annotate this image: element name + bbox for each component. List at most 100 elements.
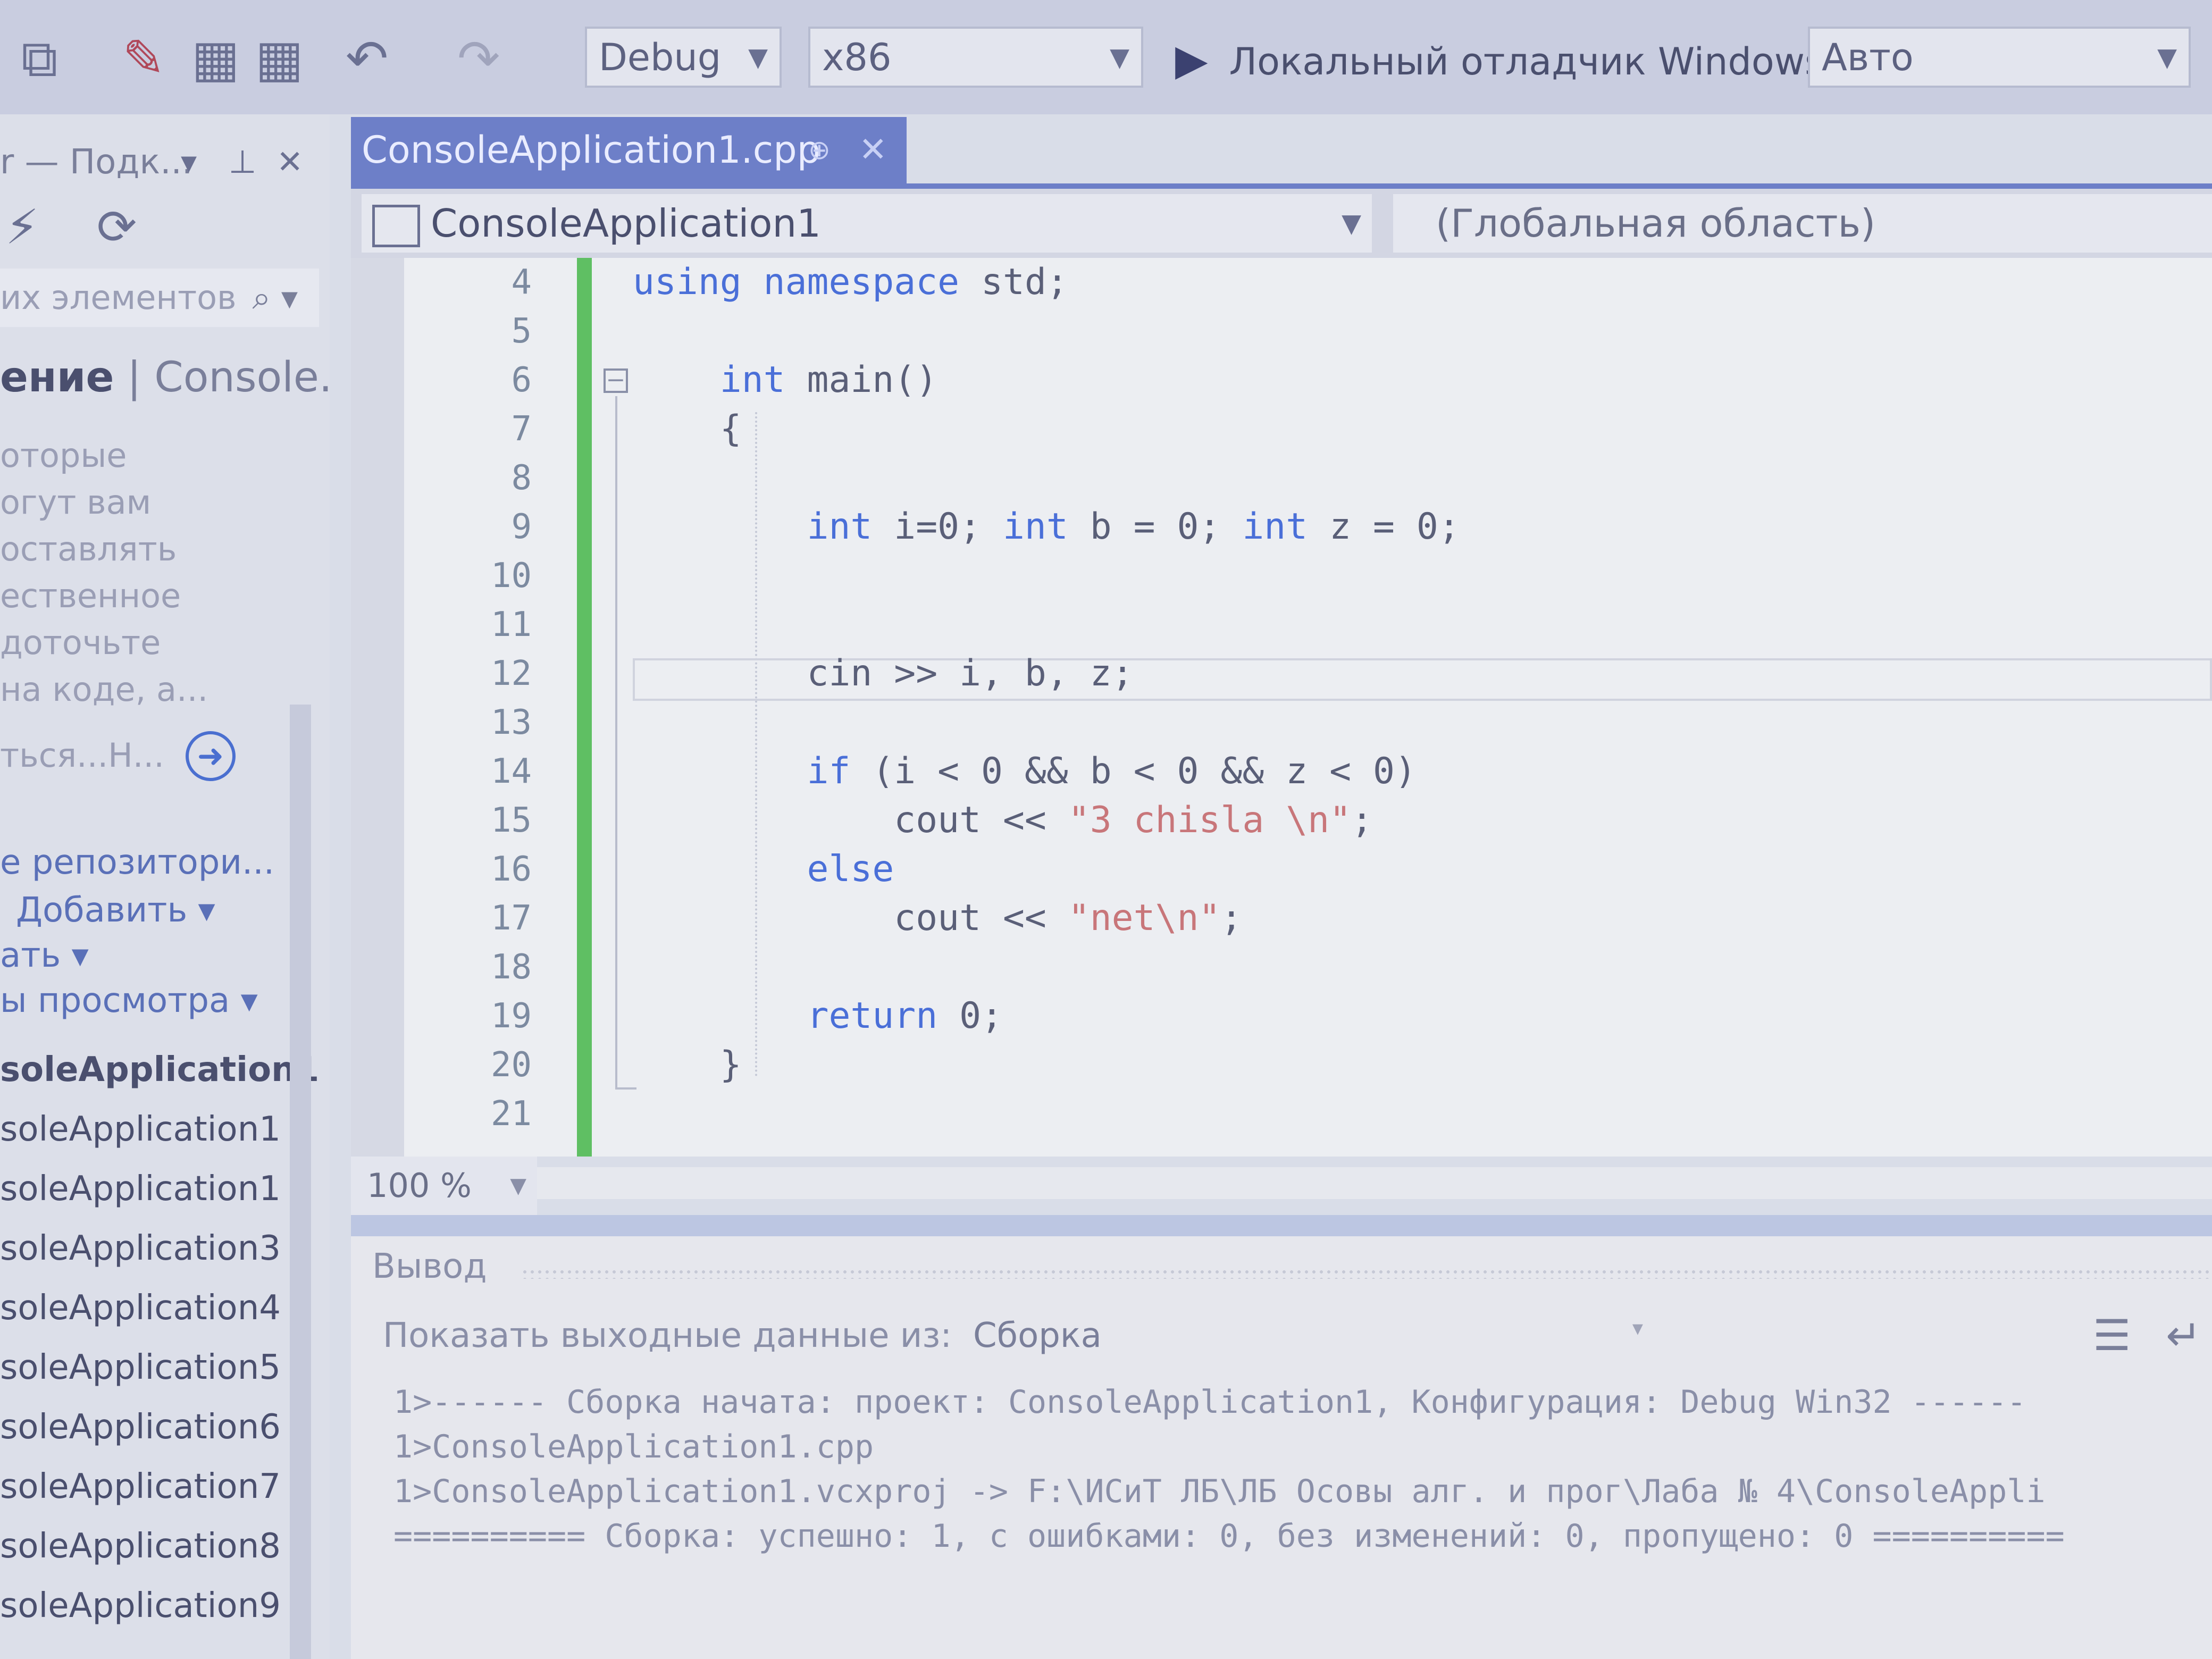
view-modes-button[interactable]: ы просмотра ▾: [0, 981, 258, 1020]
code-line[interactable]: [633, 600, 1460, 649]
code-text: std;: [959, 261, 1068, 303]
word-wrap-icon[interactable]: ↵: [2166, 1311, 2201, 1360]
scope-dropdown[interactable]: (Глобальная область): [1393, 194, 2212, 253]
new-project-icon[interactable]: ⧉: [21, 29, 58, 88]
project-item[interactable]: soleApplication5: [0, 1348, 281, 1387]
pin-icon[interactable]: ⊕: [808, 117, 831, 183]
open-icon[interactable]: ✎: [122, 29, 165, 88]
chevron-down-icon[interactable]: ▾: [181, 136, 197, 189]
panel-scrollbar[interactable]: [290, 705, 311, 1659]
line-number: 18: [490, 948, 532, 987]
info-link[interactable]: ться...Н... ➜: [0, 731, 236, 781]
project-item[interactable]: soleApplication6: [0, 1407, 281, 1447]
project-item[interactable]: soleApplication3: [0, 1229, 281, 1268]
code-line[interactable]: if (i < 0 && b < 0 && z < 0): [633, 747, 1460, 796]
code-line[interactable]: [633, 1090, 1460, 1138]
code-text: main(): [785, 359, 938, 401]
refresh-icon[interactable]: ⟳: [97, 199, 137, 255]
code-text: cout <<: [633, 799, 1068, 841]
configuration-value: Debug: [599, 36, 722, 79]
code-text: b = 0;: [1068, 506, 1243, 548]
zoom-select[interactable]: 100 % ▼: [351, 1157, 537, 1215]
project-item[interactable]: soleApplication1: [0, 1110, 281, 1149]
project-item[interactable]: soleApplication8: [0, 1527, 281, 1566]
output-line: 1>------ Сборка начата: проект: ConsoleA…: [393, 1384, 2026, 1421]
arrow-right-icon[interactable]: ➜: [185, 731, 236, 781]
line-number: 10: [490, 556, 532, 596]
clear-all-icon[interactable]: ☰: [2093, 1311, 2131, 1360]
code-line[interactable]: else: [633, 845, 1460, 894]
code-line[interactable]: {: [633, 405, 1460, 454]
connect-icon[interactable]: ⚡: [5, 199, 39, 255]
project-dropdown[interactable]: ConsoleApplication1 ▼: [362, 194, 1372, 253]
section-header[interactable]: ение | Console... ▼: [0, 354, 330, 401]
horizontal-scrollbar[interactable]: [537, 1167, 2212, 1199]
code-line[interactable]: cout << "net\n";: [633, 894, 1460, 943]
code-line[interactable]: int main(): [633, 356, 1460, 405]
action-button[interactable]: ать ▾: [0, 936, 89, 975]
close-icon[interactable]: ✕: [276, 136, 303, 189]
debugger-label: Локальный отладчик Windows: [1229, 40, 1824, 83]
panel-splitter[interactable]: [351, 1215, 2212, 1236]
code-editor[interactable]: 4 5 6 7 8 9 10 11 12 13 14 15 16 17 18 1…: [351, 258, 2212, 1157]
code-line[interactable]: [633, 551, 1460, 600]
search-icon[interactable]: ⌕ ▾: [252, 269, 298, 327]
start-debugger-button[interactable]: ▶Локальный отладчик Windows ▾: [1175, 29, 1865, 90]
panel-header: r — Подк... ▾ ⊥ ✕: [0, 136, 330, 189]
panel-title: r — Подк...: [0, 143, 193, 182]
section-subtitle: Console...: [154, 354, 330, 401]
code-keyword: using: [633, 261, 742, 303]
platform-select[interactable]: x86 ▼: [808, 27, 1143, 88]
code-line[interactable]: }: [633, 1041, 1460, 1090]
code-text: i=0;: [872, 506, 1003, 548]
code-keyword: return: [807, 995, 938, 1037]
project-item[interactable]: soleApplication1: [0, 1169, 281, 1209]
line-number: 19: [490, 996, 532, 1036]
add-button[interactable]: Добавить ▾: [16, 891, 215, 930]
redo-icon[interactable]: ↷: [457, 29, 500, 88]
project-item[interactable]: soleApplication1: [0, 1050, 319, 1090]
repository-link[interactable]: е репозитори...: [0, 843, 274, 882]
tab-label: ConsoleApplication1.cpp: [362, 128, 821, 172]
chevron-down-icon: ▼: [510, 1174, 526, 1198]
search-input[interactable]: их элементов ⌕ ▾: [0, 269, 319, 327]
code-line[interactable]: [633, 943, 1460, 992]
change-tracking-bar: [577, 258, 592, 1157]
info-text: огут вам: [0, 483, 152, 522]
undo-icon[interactable]: ↶: [346, 29, 388, 88]
chevron-down-icon: ▼: [2157, 43, 2177, 72]
save-icon[interactable]: ▦: [191, 29, 240, 88]
save-all-icon[interactable]: ▦: [255, 29, 304, 88]
chevron-down-icon: ▼: [748, 43, 768, 72]
code-line[interactable]: [633, 454, 1460, 502]
code-line[interactable]: [633, 698, 1460, 747]
pin-icon[interactable]: ⊥: [229, 136, 256, 189]
info-text: оторые: [0, 436, 127, 475]
code-line[interactable]: cin >> i, b, z;: [633, 649, 1460, 698]
code-line[interactable]: cout << "3 chisla \n";: [633, 796, 1460, 845]
title-grip: [521, 1268, 2212, 1279]
info-text: доточьте: [0, 623, 161, 662]
line-number: 12: [490, 654, 532, 693]
tab-console-application-cpp[interactable]: ConsoleApplication1.cpp ⊕ ✕: [351, 117, 907, 183]
solution-config-select[interactable]: Авто ▼: [1808, 27, 2191, 88]
project-item[interactable]: soleApplication7: [0, 1467, 281, 1506]
output-source-dropdown[interactable]: ▾: [904, 1311, 1648, 1364]
code-line[interactable]: int i=0; int b = 0; int z = 0;: [633, 502, 1460, 551]
scope-dropdown-value: (Глобальная область): [1436, 201, 1876, 246]
project-item[interactable]: soleApplication9: [0, 1586, 281, 1626]
code-keyword: namespace: [763, 261, 960, 303]
line-number: 6: [511, 361, 532, 400]
output-line: 1>ConsoleApplication1.vcxproj -> F:\ИСиТ…: [393, 1473, 2046, 1510]
link-text: ться...Н...: [0, 736, 164, 775]
project-item[interactable]: soleApplication4: [0, 1288, 281, 1328]
configuration-select[interactable]: Debug ▼: [585, 27, 782, 88]
code-line[interactable]: [633, 307, 1460, 356]
collapse-icon[interactable]: −: [604, 368, 628, 393]
code-line[interactable]: return 0;: [633, 992, 1460, 1041]
info-text: ественное: [0, 576, 181, 615]
code-line[interactable]: using namespace std;: [633, 258, 1460, 307]
close-icon[interactable]: ✕: [859, 117, 887, 183]
